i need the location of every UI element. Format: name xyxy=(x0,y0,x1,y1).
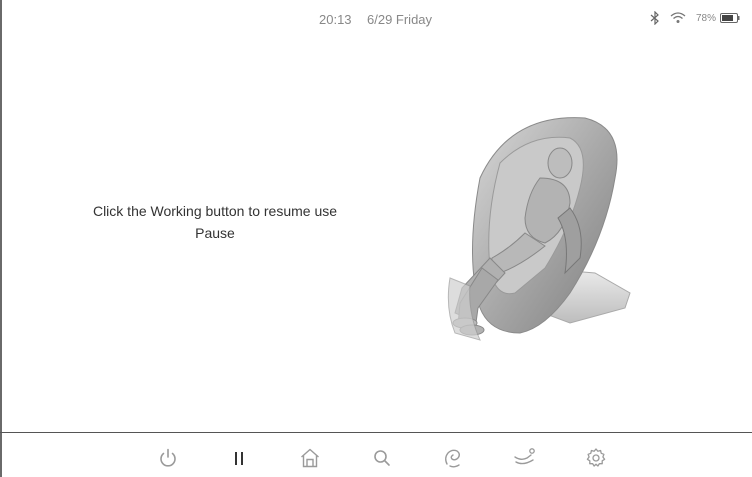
status-bar: 20:13 6/29 Friday 78% xyxy=(0,0,752,36)
status-time: 20:13 xyxy=(319,12,352,27)
massage-chair-image xyxy=(420,108,645,353)
massage-icon xyxy=(442,447,464,469)
power-icon xyxy=(157,447,179,469)
search-icon xyxy=(371,447,393,469)
system-icons: 78% xyxy=(650,10,740,26)
pause-label: Pause xyxy=(195,225,235,241)
wifi-icon xyxy=(670,12,686,24)
pause-button[interactable] xyxy=(226,445,252,471)
status-date: 6/29 Friday xyxy=(367,12,433,27)
recline-icon xyxy=(513,447,537,469)
battery-icon xyxy=(720,13,740,23)
home-button[interactable] xyxy=(297,445,323,471)
bottom-nav xyxy=(0,433,752,477)
settings-button[interactable] xyxy=(583,445,609,471)
bluetooth-icon xyxy=(650,11,660,25)
battery-indicator: 78% xyxy=(696,13,740,24)
battery-percent: 78% xyxy=(695,12,716,24)
pause-icon xyxy=(228,447,250,469)
home-icon xyxy=(299,447,321,469)
resume-instruction: Click the Working button to resume use xyxy=(92,203,338,219)
status-message: Click the Working button to resume use P… xyxy=(60,200,370,244)
recline-button[interactable] xyxy=(512,445,538,471)
search-button[interactable] xyxy=(369,445,395,471)
power-button[interactable] xyxy=(155,445,181,471)
massage-button[interactable] xyxy=(440,445,466,471)
gear-icon xyxy=(585,447,607,469)
